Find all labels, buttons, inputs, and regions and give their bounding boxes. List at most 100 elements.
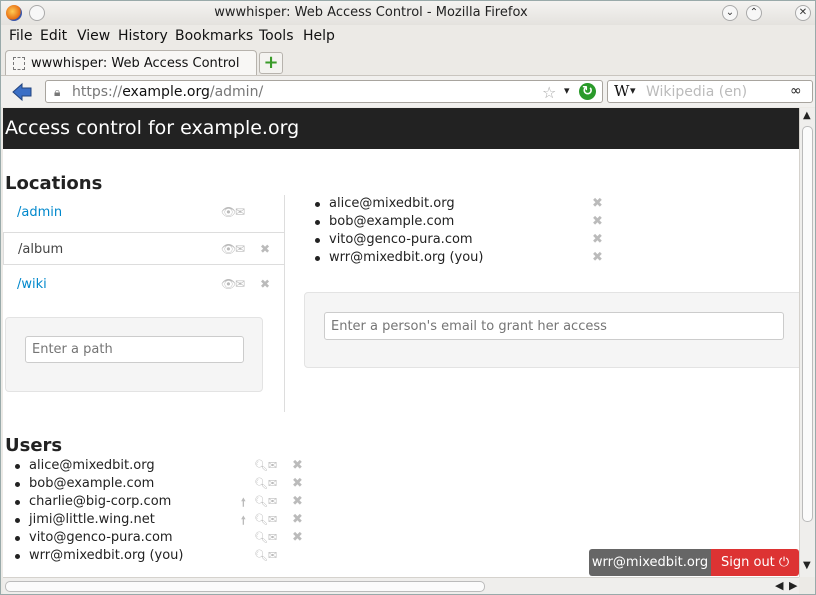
remove-icon[interactable]: ✖ [592,214,603,229]
remove-icon[interactable]: ✖ [260,277,270,291]
tab-label: wwwhisper: Web Access Control [31,56,240,71]
location-item-wiki[interactable]: /wiki 👁︎ ✉ ✖ [3,268,285,301]
binoculars-icon[interactable]: ∞ [790,83,802,99]
arrow-up-icon[interactable]: 🠕 [241,494,246,513]
list-item: alice@mixedbit.org 🔍︎ ✉ ✖ [5,458,305,476]
scroll-thumb[interactable] [5,581,485,592]
scroll-up-icon[interactable]: ▲ [803,110,811,121]
remove-icon[interactable]: ✖ [592,250,603,265]
location-item-album[interactable]: /album 👁︎ ✉ ✖ [3,232,285,265]
search-placeholder: Wikipedia (en) [646,84,748,100]
page-content: Access control for example.org Locations… [3,108,799,577]
scroll-right-icon[interactable]: ▶ [789,579,797,592]
list-item: alice@mixedbit.org ✖ [305,196,605,214]
menu-file[interactable]: File [9,28,32,44]
menu-bar: File Edit View History Bookmarks Tools H… [1,25,815,47]
tab-wwwhisper[interactable]: wwwhisper: Web Access Control [5,50,257,75]
search-box[interactable]: W ▾ Wikipedia (en) ∞ [607,80,813,103]
mail-icon[interactable]: ✉ [268,459,277,472]
remove-icon[interactable]: ✖ [292,458,303,473]
menu-help[interactable]: Help [303,28,335,44]
history-dropdown-icon[interactable]: ▾ [564,84,570,97]
engine-dropdown-icon[interactable]: ▾ [630,84,636,97]
location-item-admin[interactable]: /admin 👁︎ ✉ [3,196,285,229]
current-user-badge: wrr@mixedbit.org [589,549,711,576]
minimize-button[interactable]: ⌄ [722,5,738,21]
add-location-form [5,317,263,392]
remove-icon[interactable]: ✖ [292,494,303,509]
location-path[interactable]: /admin [17,205,62,220]
mail-icon[interactable]: ✉ [235,277,245,291]
view-icon[interactable]: 👁︎ [221,242,236,256]
email-input[interactable] [324,312,784,340]
location-path[interactable]: /album [18,242,63,257]
search-icon[interactable]: 🔍︎ [254,513,268,526]
search-icon[interactable]: 🔍︎ [254,459,268,472]
list-item: bob@example.com ✖ [305,214,605,232]
users-list: alice@mixedbit.org 🔍︎ ✉ ✖ bob@example.com … [5,458,305,566]
horizontal-scrollbar[interactable]: ◀ ▶ [3,577,799,594]
list-item: wrr@mixedbit.org (you) ✖ [305,250,605,268]
menu-edit[interactable]: Edit [40,28,67,44]
page-header: Access control for example.org [3,108,799,149]
list-item: charlie@big-corp.com 🠕 🔍︎ ✉ ✖ [5,494,305,512]
list-item: jimi@little.wing.net 🠕 🔍︎ ✉ ✖ [5,512,305,530]
sign-out-button[interactable]: Sign out ⏻ [711,549,799,576]
users-heading: Users [5,435,63,456]
scroll-left-icon[interactable]: ◀ [775,579,783,592]
menu-tools[interactable]: Tools [259,28,294,44]
location-path[interactable]: /wiki [17,277,47,292]
page-icon [13,57,25,70]
mail-icon[interactable]: ✉ [268,549,277,562]
search-icon[interactable]: 🔍︎ [254,531,268,544]
lock-icon: 🔒︎ [54,85,61,99]
address-text: https://example.org/admin/ [72,84,264,100]
remove-icon[interactable]: ✖ [592,232,603,247]
remove-icon[interactable]: ✖ [292,530,303,545]
view-icon[interactable]: 👁︎ [221,205,236,219]
tab-strip: wwwhisper: Web Access Control + [1,48,815,75]
arrow-up-icon[interactable]: 🠕 [241,512,246,531]
view-icon[interactable]: 👁︎ [221,277,236,291]
maximize-button[interactable]: ⌃ [746,5,762,21]
mail-icon[interactable]: ✉ [268,531,277,544]
title-bar: wwwhisper: Web Access Control - Mozilla … [1,1,815,25]
divider [284,195,285,412]
reload-icon[interactable]: ↻ [579,83,596,100]
close-button[interactable]: ✕ [795,5,811,21]
remove-icon[interactable]: ✖ [292,476,303,491]
window-title: wwwhisper: Web Access Control - Mozilla … [214,5,528,20]
mail-icon[interactable]: ✉ [268,477,277,490]
search-icon[interactable]: 🔍︎ [254,549,268,562]
scroll-down-icon[interactable]: ▼ [803,560,811,571]
remove-icon[interactable]: ✖ [292,512,303,527]
new-tab-button[interactable]: + [259,52,283,74]
grant-access-form [304,292,799,368]
allowed-users-list: alice@mixedbit.org ✖ bob@example.com ✖ vit… [305,196,605,268]
back-arrow-icon[interactable] [11,82,33,102]
menu-view[interactable]: View [77,28,110,44]
list-item: vito@genco-pura.com ✖ [305,232,605,250]
mail-icon[interactable]: ✉ [235,205,245,219]
list-item: wrr@mixedbit.org (you) 🔍︎ ✉ [5,548,305,566]
browser-window: wwwhisper: Web Access Control - Mozilla … [0,0,816,595]
menu-history[interactable]: History [118,28,168,44]
mail-icon[interactable]: ✉ [235,242,245,256]
wikipedia-icon[interactable]: W [614,82,629,100]
bookmark-star-icon[interactable]: ☆ [542,83,556,102]
mail-icon[interactable]: ✉ [268,495,277,508]
search-icon[interactable]: 🔍︎ [254,477,268,490]
scroll-thumb[interactable] [802,126,813,522]
list-item: bob@example.com 🔍︎ ✉ ✖ [5,476,305,494]
menu-bookmarks[interactable]: Bookmarks [175,28,253,44]
remove-icon[interactable]: ✖ [592,196,603,211]
address-bar[interactable]: 🔒︎ https://example.org/admin/ ☆ ▾ ↻ [45,80,603,103]
sign-out-label: Sign out [721,555,775,570]
mail-icon[interactable]: ✉ [268,513,277,526]
locations-heading: Locations [5,173,103,194]
remove-icon[interactable]: ✖ [260,242,270,256]
search-icon[interactable]: 🔍︎ [254,495,268,508]
power-icon: ⏻ [778,555,790,570]
vertical-scrollbar[interactable]: ▲ ▼ [799,108,815,577]
path-input[interactable] [25,336,244,363]
